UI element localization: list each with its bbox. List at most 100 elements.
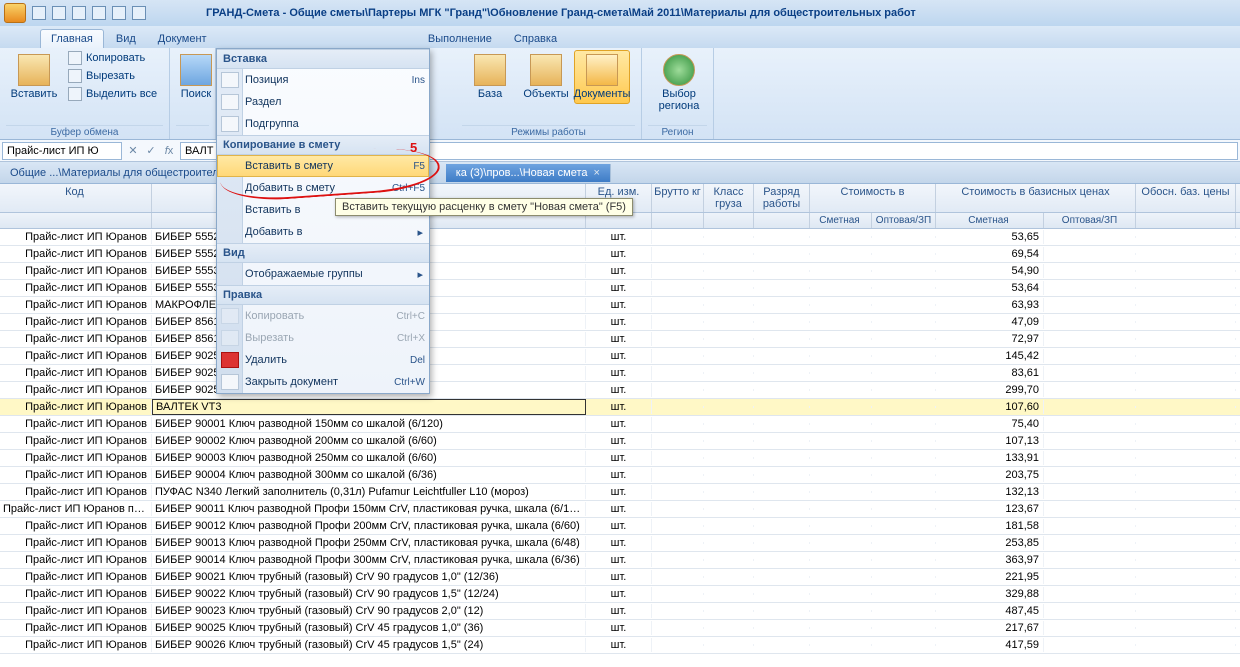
cell-unit: шт. [586,417,652,431]
name-box[interactable]: Прайс-лист ИП Ю [2,142,122,160]
copy-button[interactable]: Копировать [66,50,159,66]
menu-item-position[interactable]: ПозицияIns [217,69,429,91]
paste-label: Вставить [11,88,58,100]
accept-formula-icon[interactable]: ✓ [142,144,160,157]
documents-button[interactable]: Документы [574,50,630,104]
close-tab-icon[interactable]: × [593,167,599,179]
col-optovaya-2[interactable]: Оптовая/ЗП [1044,213,1136,228]
cell-smetnaya: 217,67 [936,621,1044,635]
qat-copy-icon[interactable] [92,6,106,20]
cell-code: Прайс-лист ИП Юранов [0,485,152,499]
table-row[interactable]: Прайс-лист ИП ЮрановБИБЕР 8561 5/200)шт.… [0,331,1240,348]
cell-code: Прайс-лист ИП Юранов поз.1170 [0,502,152,516]
tab-view[interactable]: Вид [106,30,146,48]
doc-tab-2[interactable]: ка (3)\пров...\Новая смета× [446,164,611,182]
table-row[interactable]: Прайс-лист ИП ЮрановБИБЕР 8561 5/200)шт.… [0,314,1240,331]
qat-undo-icon[interactable] [52,6,66,20]
col-smetnaya-2[interactable]: Сметная [936,213,1044,228]
region-button[interactable]: Выбор региона [648,50,710,116]
select-all-button[interactable]: Выделить все [66,86,159,102]
table-row[interactable]: Прайс-лист ИП ЮрановПУФАС N340 Легкий за… [0,484,1240,501]
menu-item-groups[interactable]: Отображаемые группы▸ [217,263,429,285]
menu-item-subgroup[interactable]: Подгруппа [217,113,429,135]
table-row[interactable]: Прайс-лист ИП ЮрановБИБЕР 5553 нгов (12/… [0,280,1240,297]
menu-section-insert: Вставка [217,49,429,69]
table-row[interactable]: Прайс-лист ИП ЮрановБИБЕР 90026 Ключ тру… [0,637,1240,654]
menu-item-add-to[interactable]: Добавить в▸ [217,221,429,243]
table-row[interactable]: Прайс-лист ИП ЮрановБИБЕР 90004 Ключ раз… [0,467,1240,484]
table-row[interactable]: Прайс-лист ИП ЮрановБИБЕР 90002 Ключ раз… [0,433,1240,450]
cut-button[interactable]: Вырезать [66,68,159,84]
clipboard-group-label: Буфер обмена [6,125,163,138]
col-cost-base[interactable]: Стоимость в базисных ценах [936,184,1136,212]
col-obosn[interactable]: Обосн. баз. цены [1136,184,1236,212]
objects-button[interactable]: Объекты [518,50,574,104]
qat-save-icon[interactable] [32,6,46,20]
search-button[interactable]: Поиск [176,50,216,104]
table-row[interactable]: Прайс-лист ИП ЮрановБИБЕР 90001 Ключ раз… [0,416,1240,433]
col-smetnaya-1[interactable]: Сметная [810,213,872,228]
submenu-arrow-icon: ▸ [415,226,425,239]
qat-find-icon[interactable] [112,6,126,20]
cell-smetnaya: 53,64 [936,281,1044,295]
documents-icon [586,54,618,86]
menu-item-section[interactable]: Раздел [217,91,429,113]
cell-smetnaya: 329,88 [936,587,1044,601]
table-row[interactable]: Прайс-лист ИП ЮрановБИБЕР 90003 Ключ раз… [0,450,1240,467]
tab-document[interactable]: Документ [148,30,217,48]
table-row[interactable]: Прайс-лист ИП ЮрановБИБЕР 90022 Ключ тру… [0,586,1240,603]
doc-tab-1[interactable]: Общие ...\Материалы для общестроител [0,164,230,182]
table-row[interactable]: Прайс-лист ИП ЮрановБИБЕР 90014 Ключ раз… [0,552,1240,569]
cell-code: Прайс-лист ИП Юранов [0,332,152,346]
cut-label: Вырезать [86,70,135,82]
col-razryad[interactable]: Разряд работы [754,184,810,212]
ribbon-group-modes: База Объекты Документы Режимы работы [456,48,642,139]
cancel-formula-icon[interactable]: ✕ [124,144,142,157]
col-code[interactable]: Код [0,184,152,212]
col-optovaya-1[interactable]: Оптовая/ЗП [872,213,936,228]
cell-name: БИБЕР 90011 Ключ разводной Профи 150мм C… [152,502,586,516]
context-menu: Вставка ПозицияIns Раздел Подгруппа Копи… [216,48,430,394]
table-row[interactable]: Прайс-лист ИП Юранов поз.1170БИБЕР 90011… [0,501,1240,518]
table-row[interactable]: Прайс-лист ИП ЮрановБИБЕР 90023 Ключ тру… [0,603,1240,620]
tab-main[interactable]: Главная [40,29,104,48]
base-button[interactable]: База [462,50,518,104]
copy-icon [68,51,82,65]
col-brutto[interactable]: Брутто кг [652,184,704,212]
cell-name: БИБЕР 90014 Ключ разводной Профи 300мм C… [152,553,586,567]
table-row[interactable]: Прайс-лист ИП ЮрановБИБЕР 90021 Ключ тру… [0,569,1240,586]
tab-exec[interactable]: Выполнение [418,30,502,48]
table-row[interactable]: Прайс-лист ИП ЮрановМАКРОФЛЕ 9л)шт.63,93 [0,297,1240,314]
table-row[interactable]: Прайс-лист ИП ЮрановБИБЕР 90025 Ключ тру… [0,620,1240,637]
qat-user-icon[interactable] [132,6,146,20]
tab-help[interactable]: Справка [504,30,567,48]
cell-name: БИБЕР 90003 Ключ разводной 250мм со шкал… [152,451,586,465]
table-row[interactable]: Прайс-лист ИП ЮрановБИБЕР 90012 Ключ раз… [0,518,1240,535]
cut-icon [68,69,82,83]
table-row[interactable]: Прайс-лист ИП ЮрановБИБЕР 90013 Ключ раз… [0,535,1240,552]
menu-item-close-doc[interactable]: Закрыть документCtrl+W [217,371,429,393]
paste-button[interactable]: Вставить [6,50,62,104]
col-class[interactable]: Класс груза [704,184,754,212]
qat-redo-icon[interactable] [72,6,86,20]
fx-icon[interactable]: fx [160,145,178,157]
cell-code: Прайс-лист ИП Юранов [0,434,152,448]
data-grid: Код Ед. изм. Брутто кг Класс груза Разря… [0,184,1240,654]
cell-code: Прайс-лист ИП Юранов [0,366,152,380]
cell-smetnaya: 203,75 [936,468,1044,482]
cell-smetnaya: 145,42 [936,349,1044,363]
col-cost-current[interactable]: Стоимость в [810,184,936,212]
objects-label: Объекты [523,88,568,100]
table-row[interactable]: Прайс-лист ИП ЮрановБИБЕР 5553шт.54,90 [0,263,1240,280]
menu-item-delete[interactable]: УдалитьDel [217,349,429,371]
app-icon[interactable] [4,3,26,23]
table-row[interactable]: Прайс-лист ИП ЮрановВАЛТЕК VT3шт.107,60 [0,399,1240,416]
table-row[interactable]: Прайс-лист ИП ЮрановБИБЕР 9025шт.299,70 [0,382,1240,399]
cell-code: Прайс-лист ИП Юранов [0,587,152,601]
table-row[interactable]: Прайс-лист ИП ЮрановБИБЕР 9025шт.145,42 [0,348,1240,365]
table-row[interactable]: Прайс-лист ИП ЮрановБИБЕР 9025шт.83,61 [0,365,1240,382]
table-row[interactable]: Прайс-лист ИП ЮрановБИБЕР 5552 телем (6/… [0,229,1240,246]
plus-icon [221,94,239,110]
table-row[interactable]: Прайс-лист ИП ЮрановБИБЕР 5552шт.69,54 [0,246,1240,263]
cell-unit: шт. [586,638,652,652]
